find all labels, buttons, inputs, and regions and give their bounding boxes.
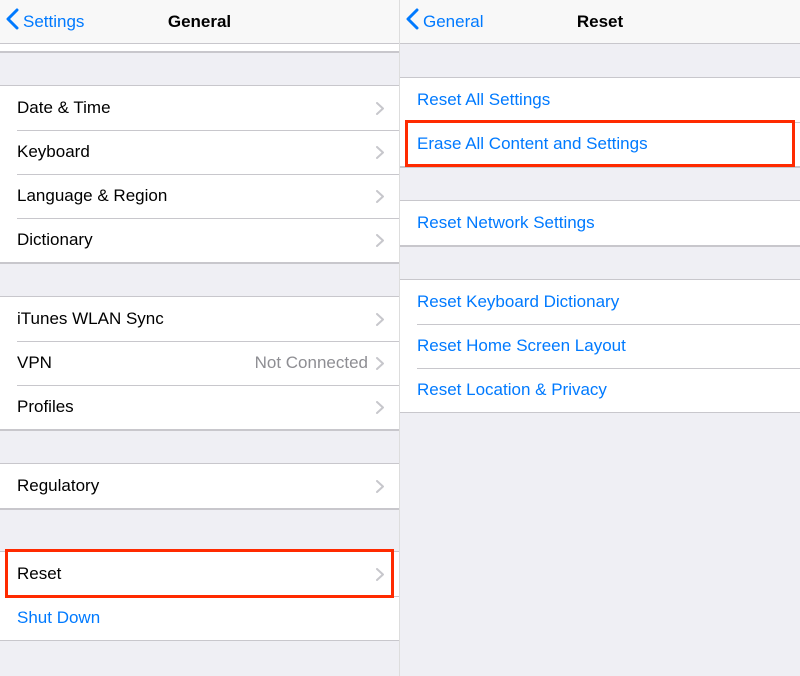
vpn-row[interactable]: VPN Not Connected	[0, 341, 399, 385]
list-group: Date & Time Keyboard Language & Region D…	[0, 85, 399, 263]
row-label: Reset Home Screen Layout	[417, 336, 785, 356]
row-label: Reset	[17, 564, 376, 584]
row-label: Reset Keyboard Dictionary	[417, 292, 785, 312]
profiles-row[interactable]: Profiles	[0, 385, 399, 429]
reset-row[interactable]: Reset	[0, 552, 399, 596]
row-label: Reset Location & Privacy	[417, 380, 785, 400]
chevron-right-icon	[376, 568, 384, 581]
row-label: Reset All Settings	[417, 90, 785, 110]
reset-all-settings-row[interactable]: Reset All Settings	[400, 78, 800, 122]
language-region-row[interactable]: Language & Region	[0, 174, 399, 218]
shut-down-row[interactable]: Shut Down	[0, 596, 399, 640]
general-settings-screen: Settings General Date & Time Keyboard La…	[0, 0, 400, 676]
content-area: Date & Time Keyboard Language & Region D…	[0, 44, 399, 676]
row-label: Language & Region	[17, 186, 376, 206]
chevron-right-icon	[376, 190, 384, 203]
chevron-right-icon	[376, 234, 384, 247]
list-group: Regulatory	[0, 463, 399, 509]
chevron-left-icon	[6, 8, 23, 35]
group-gap	[400, 167, 800, 200]
group-gap	[0, 52, 399, 85]
list-group: Reset Keyboard Dictionary Reset Home Scr…	[400, 279, 800, 413]
row-label: Profiles	[17, 397, 376, 417]
reset-location-privacy-row[interactable]: Reset Location & Privacy	[400, 368, 800, 412]
dictionary-row[interactable]: Dictionary	[0, 218, 399, 262]
row-label: Erase All Content and Settings	[417, 134, 785, 154]
nav-bar: General Reset	[400, 0, 800, 44]
back-label: General	[423, 12, 483, 32]
reset-keyboard-dict-row[interactable]: Reset Keyboard Dictionary	[400, 280, 800, 324]
partial-row-top	[0, 44, 399, 52]
row-label: iTunes WLAN Sync	[17, 309, 376, 329]
group-gap	[0, 263, 399, 296]
reset-screen: General Reset Reset All Settings Erase A…	[400, 0, 800, 676]
row-label: Keyboard	[17, 142, 376, 162]
keyboard-row[interactable]: Keyboard	[0, 130, 399, 174]
nav-title: General	[168, 12, 231, 32]
content-area: Reset All Settings Erase All Content and…	[400, 44, 800, 676]
chevron-right-icon	[376, 401, 384, 414]
list-group: Reset Network Settings	[400, 200, 800, 246]
row-label: VPN	[17, 353, 255, 373]
row-label: Dictionary	[17, 230, 376, 250]
date-time-row[interactable]: Date & Time	[0, 86, 399, 130]
row-label: Shut Down	[17, 608, 384, 628]
reset-home-screen-row[interactable]: Reset Home Screen Layout	[400, 324, 800, 368]
group-gap	[400, 413, 800, 676]
chevron-right-icon	[376, 480, 384, 493]
back-label: Settings	[23, 12, 84, 32]
chevron-right-icon	[376, 357, 384, 370]
reset-network-row[interactable]: Reset Network Settings	[400, 201, 800, 245]
chevron-right-icon	[376, 146, 384, 159]
row-label: Reset Network Settings	[417, 213, 785, 233]
list-group: Reset All Settings Erase All Content and…	[400, 77, 800, 167]
chevron-right-icon	[376, 102, 384, 115]
nav-title: Reset	[577, 12, 623, 32]
regulatory-row[interactable]: Regulatory	[0, 464, 399, 508]
list-group: iTunes WLAN Sync VPN Not Connected Profi…	[0, 296, 399, 430]
vpn-status: Not Connected	[255, 353, 368, 373]
group-gap	[400, 246, 800, 279]
list-group: Reset Shut Down	[0, 551, 399, 641]
itunes-wlan-row[interactable]: iTunes WLAN Sync	[0, 297, 399, 341]
group-gap	[0, 509, 399, 551]
back-button[interactable]: Settings	[6, 8, 84, 35]
row-label: Date & Time	[17, 98, 376, 118]
group-gap	[0, 430, 399, 463]
chevron-right-icon	[376, 313, 384, 326]
row-label: Regulatory	[17, 476, 376, 496]
nav-bar: Settings General	[0, 0, 399, 44]
back-button[interactable]: General	[406, 8, 483, 35]
erase-all-content-row[interactable]: Erase All Content and Settings	[400, 122, 800, 166]
group-gap	[400, 44, 800, 77]
chevron-left-icon	[406, 8, 423, 35]
